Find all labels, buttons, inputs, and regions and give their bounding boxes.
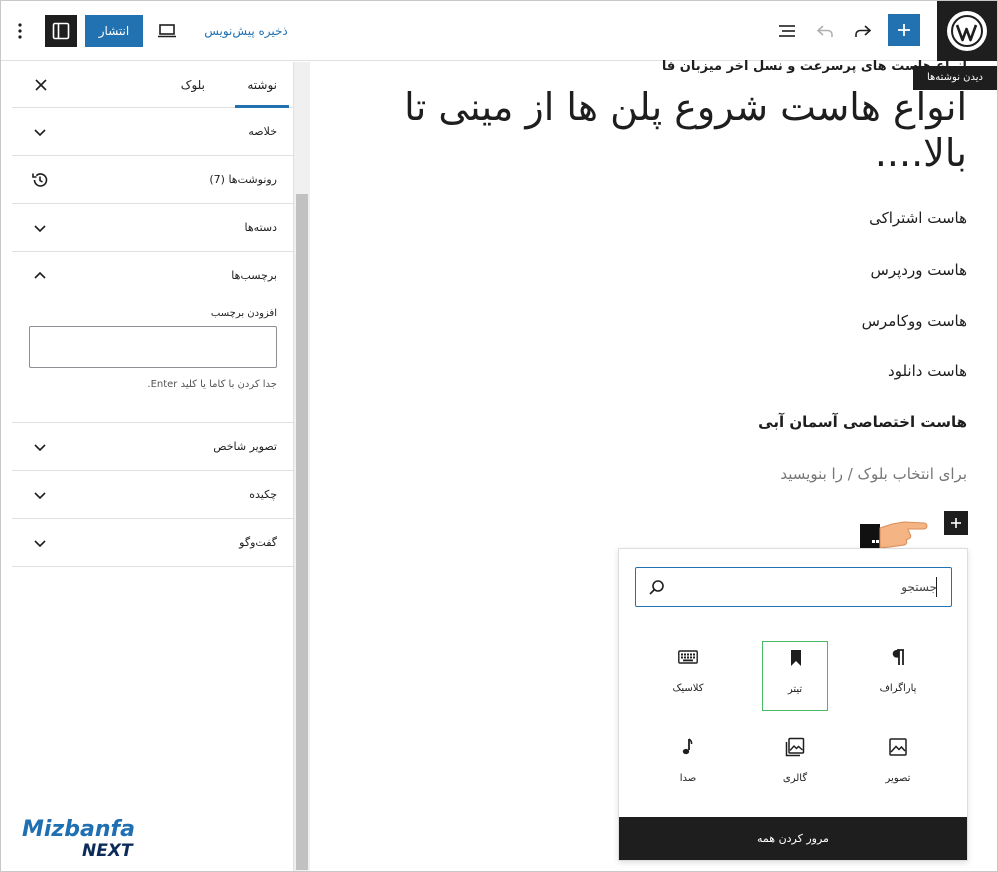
block-label: صدا <box>679 773 697 784</box>
panel-featured-image-title: تصویر شاخص <box>213 440 277 453</box>
block-label: تصویر <box>885 773 911 784</box>
chevron-down-icon <box>34 444 46 452</box>
panel-discussion-title: گفت‌وگو <box>239 536 277 549</box>
settings-sidebar: نوشته بلوک خلاصه رونوشت‌ها (7) دسته‌ها ب… <box>12 62 294 871</box>
block-paragraph[interactable]: پاراگراف <box>865 641 931 711</box>
desktop-icon <box>158 24 176 38</box>
redo-button[interactable] <box>849 15 877 47</box>
chevron-down-icon <box>34 540 46 548</box>
sidebar-tabs: نوشته بلوک <box>12 62 293 108</box>
panel-excerpt-title: چکیده <box>249 488 277 501</box>
undo-button[interactable] <box>811 15 839 47</box>
options-menu-button[interactable] <box>11 17 29 45</box>
block-image[interactable]: تصویر <box>865 731 931 801</box>
bookmark-icon <box>791 650 801 666</box>
paragraph-block[interactable]: هاست اشتراکی <box>869 209 967 227</box>
quick-block-inserter: جستجو پاراگراف تیتر کلاسیک تصویر گالری ص… <box>618 548 968 861</box>
brand-sub-text: NEXT <box>82 841 134 861</box>
add-tag-help: جدا کردن با کاما یا کلید Enter. <box>147 379 277 390</box>
gallery-icon <box>785 737 805 757</box>
close-sidebar-button[interactable] <box>30 74 52 96</box>
panel-tags-title[interactable]: برچسب‌ها <box>231 252 277 300</box>
block-search-placeholder: جستجو <box>901 580 937 594</box>
inline-add-block-button[interactable] <box>944 511 968 535</box>
paragraph-block[interactable]: هاست دانلود <box>888 362 967 380</box>
toggle-block-inserter-button[interactable] <box>888 14 920 46</box>
pointing-hand-icon <box>860 521 928 550</box>
chevron-down-icon <box>34 129 46 137</box>
keyboard-icon <box>678 650 698 664</box>
sidebar-scrollbar[interactable] <box>294 62 310 871</box>
plus-icon <box>951 518 961 528</box>
wordpress-logo-button[interactable] <box>937 1 997 61</box>
panel-summary[interactable]: خلاصه <box>12 108 293 156</box>
document-overview-button[interactable] <box>773 15 801 47</box>
block-heading[interactable]: تیتر <box>762 641 828 711</box>
paragraph-block[interactable]: هاست ووکامرس <box>862 312 967 330</box>
panel-revisions[interactable]: رونوشت‌ها (7) <box>12 156 293 204</box>
chevron-down-icon <box>34 225 46 233</box>
heading-block-main[interactable]: انواع هاست شروع پلن ها از مینی تا بالا..… <box>347 84 967 176</box>
list-view-icon <box>779 25 795 37</box>
settings-sidebar-toggle[interactable] <box>45 15 77 47</box>
paragraph-block[interactable]: هاست وردپرس <box>871 261 967 279</box>
panel-tags: برچسب‌ها افزودن برچسب جدا کردن با کاما ی… <box>12 252 293 423</box>
chevron-down-icon <box>34 492 46 500</box>
close-icon <box>35 79 47 91</box>
undo-icon <box>816 25 833 37</box>
save-draft-button[interactable]: ذخیره پیش‌نویس <box>191 15 301 47</box>
panel-summary-title: خلاصه <box>248 125 277 138</box>
heading-block-small[interactable]: انواع هاست های پرسرعت و نسل اخر میزبان ف… <box>662 59 967 74</box>
add-tag-input[interactable] <box>29 326 277 368</box>
block-search-input[interactable]: جستجو <box>635 567 952 607</box>
panel-excerpt[interactable]: چکیده <box>12 471 293 519</box>
search-icon <box>649 580 664 595</box>
panel-discussion[interactable]: گفت‌وگو <box>12 519 293 567</box>
panel-featured-image[interactable]: تصویر شاخص <box>12 423 293 471</box>
block-label: کلاسیک <box>672 683 704 694</box>
panel-categories-title: دسته‌ها <box>244 221 277 234</box>
block-gallery[interactable]: گالری <box>762 731 828 801</box>
music-note-icon <box>682 738 693 755</box>
block-label: گالری <box>782 773 808 784</box>
pilcrow-icon <box>892 649 904 665</box>
editor-top-bar: انتشار ذخیره پیش‌نویس <box>1 1 997 61</box>
sidebar-icon <box>52 22 70 40</box>
image-icon <box>889 738 907 756</box>
plus-icon <box>898 24 910 36</box>
brand-text: Mizbanfa <box>22 817 135 842</box>
tab-block[interactable]: بلوک <box>169 62 217 108</box>
mizbanfa-logo: Mizbanfa NEXT <box>22 817 135 861</box>
empty-block-placeholder[interactable]: برای انتخاب بلوک / را بنویسید <box>780 465 967 483</box>
block-label: پاراگراف <box>879 683 917 694</box>
panel-revisions-title: رونوشت‌ها (7) <box>209 173 277 186</box>
panel-categories[interactable]: دسته‌ها <box>12 204 293 252</box>
chevron-up-icon[interactable] <box>32 268 48 284</box>
redo-icon <box>855 25 872 37</box>
add-tag-label: افزودن برچسب <box>210 308 277 319</box>
paragraph-block[interactable]: هاست اختصاصی آسمان آبی <box>758 413 967 431</box>
backup-icon <box>32 173 48 187</box>
block-audio[interactable]: صدا <box>655 731 721 801</box>
block-classic[interactable]: کلاسیک <box>655 641 721 711</box>
block-label: تیتر <box>787 684 803 695</box>
publish-button[interactable]: انتشار <box>85 15 143 47</box>
more-vertical-icon <box>18 23 22 39</box>
preview-button[interactable] <box>153 17 181 45</box>
browse-all-button[interactable]: مرور کردن همه <box>619 817 967 860</box>
scrollbar-thumb[interactable] <box>296 194 308 870</box>
tab-post[interactable]: نوشته <box>235 62 289 108</box>
wordpress-icon <box>947 11 987 51</box>
